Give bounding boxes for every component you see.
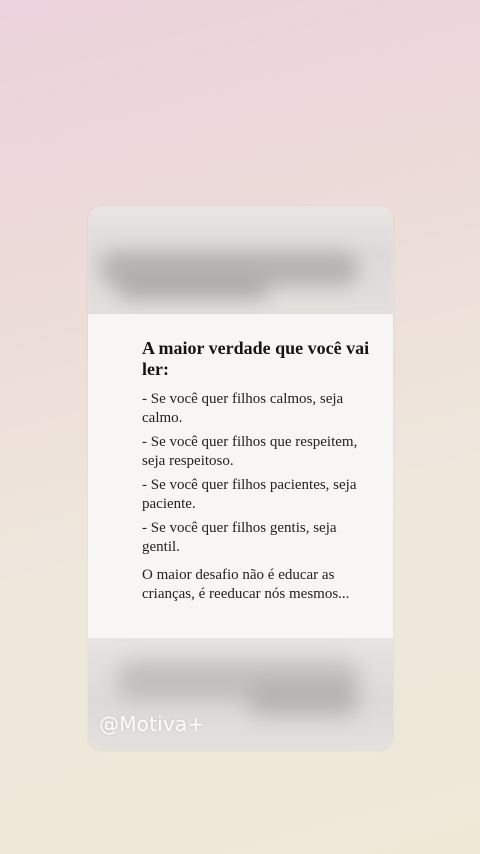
quote-item: - Se você quer filhos calmos, seja calmo… [142, 391, 344, 426]
quote-paper: A maior verdade que você vai ler: - Se v… [88, 314, 393, 638]
quote-title: A maior verdade que você vai ler: [142, 338, 370, 379]
quote-item: - Se você quer filhos pacientes, seja pa… [142, 477, 357, 512]
watermark-handle: @Motiva+ [99, 712, 205, 736]
quote-content: A maior verdade que você vai ler: - Se v… [142, 338, 372, 603]
blurred-background-top [88, 206, 393, 314]
quote-closing: O maior desafio não é educar as crianças… [142, 567, 350, 602]
story-card: A maior verdade que você vai ler: - Se v… [88, 206, 393, 750]
quote-item: - Se você quer filhos gentis, seja genti… [142, 520, 337, 555]
quote-item: - Se você quer filhos que respeitem, sej… [142, 434, 358, 469]
